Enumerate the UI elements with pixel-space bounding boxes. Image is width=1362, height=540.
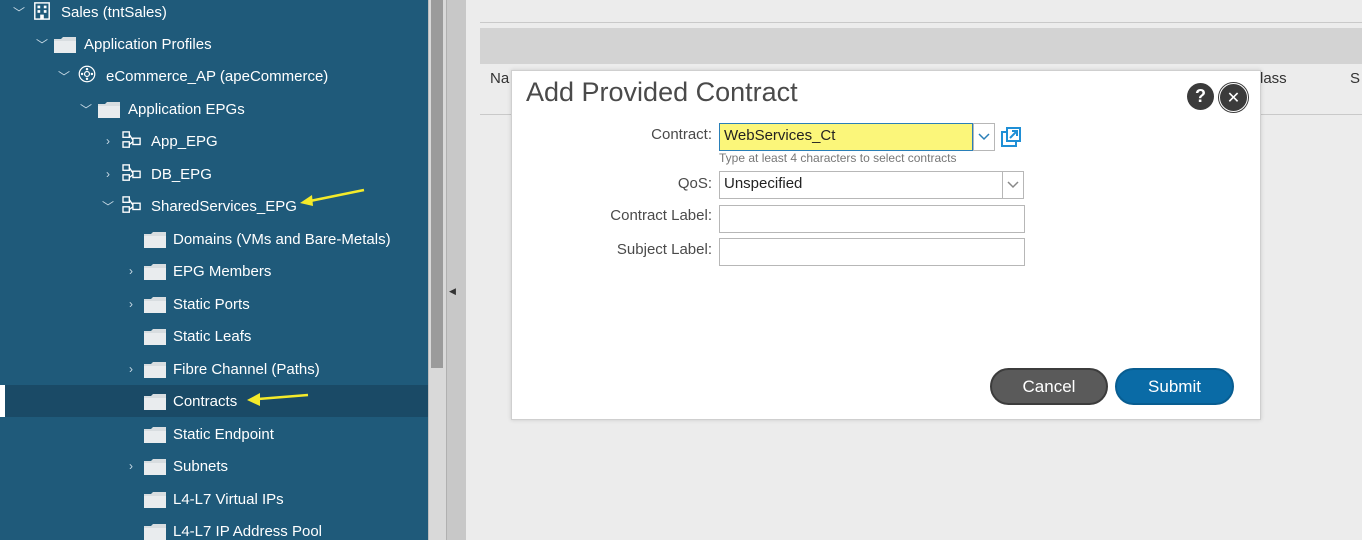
tree-item-label: EPG Members (173, 262, 272, 280)
chevron-down-icon[interactable]: ﹀ (12, 5, 26, 20)
annotation-arrow (300, 188, 365, 206)
navigation-tree: ﹀ Sales (tntSales) ﹀ Application Profile… (0, 0, 428, 540)
open-external-icon[interactable] (1001, 127, 1021, 147)
tree-item-application-epgs[interactable]: ﹀ Application EPGs (0, 93, 428, 125)
pane-divider[interactable] (446, 0, 467, 540)
tree-item-label: Static Ports (173, 295, 250, 313)
selection-indicator (0, 385, 5, 417)
folder-icon (144, 329, 166, 345)
table-toolbar (480, 28, 1362, 64)
submit-button[interactable]: Submit (1115, 368, 1234, 405)
chevron-right-icon[interactable]: › (101, 134, 115, 148)
folder-icon (144, 459, 166, 475)
tree-item-label: Domains (VMs and Bare-Metals) (173, 230, 391, 248)
column-header-name[interactable]: Na (490, 70, 509, 87)
qos-select[interactable]: Unspecified (719, 171, 1003, 199)
tree-item-app-epg[interactable]: › App_EPG (0, 125, 428, 157)
chevron-right-icon[interactable]: › (124, 362, 138, 376)
epg-icon (122, 164, 141, 181)
folder-icon (144, 394, 166, 410)
tree-item-domains[interactable]: Domains (VMs and Bare-Metals) (0, 223, 428, 255)
contract-dropdown-button[interactable] (973, 123, 995, 151)
tree-item-static-ports[interactable]: › Static Ports (0, 288, 428, 320)
tree-item-label: DB_EPG (151, 165, 212, 183)
tree-item-static-leafs[interactable]: Static Leafs (0, 320, 428, 352)
tree-item-label: L4-L7 IP Address Pool (173, 522, 322, 540)
tree-item-label: Fibre Channel (Paths) (173, 360, 320, 378)
tree-item-label: Sales (tntSales) (61, 3, 167, 21)
building-icon (34, 2, 50, 20)
scrollbar-thumb[interactable] (431, 0, 443, 368)
tree-item-label: App_EPG (151, 132, 218, 150)
app-profile-icon (78, 65, 96, 83)
chevron-down-icon[interactable]: ﹀ (79, 102, 93, 117)
qos-field-label: QoS: (677, 175, 712, 192)
epg-icon (122, 131, 141, 148)
tree-item-label: Static Endpoint (173, 425, 274, 443)
tree-item-ecommerce-ap[interactable]: ﹀ eCommerce_AP (apeCommerce) (0, 60, 428, 92)
tree-item-label: Static Leafs (173, 327, 252, 345)
chevron-right-icon[interactable]: › (124, 459, 138, 473)
chevron-down-icon (978, 133, 990, 141)
chevron-down-icon[interactable]: ﹀ (57, 69, 71, 84)
folder-icon (144, 362, 166, 378)
close-button[interactable]: ✕ (1219, 83, 1248, 112)
qos-dropdown-button[interactable] (1002, 171, 1024, 199)
chevron-down-icon[interactable]: ﹀ (101, 199, 115, 214)
folder-icon (144, 524, 166, 540)
subject-label-input[interactable] (719, 238, 1025, 266)
column-header-class[interactable]: lass (1260, 70, 1287, 87)
folder-icon (144, 232, 166, 248)
tree-item-label: eCommerce_AP (apeCommerce) (106, 67, 329, 85)
contract-label-field-label: Contract Label: (610, 207, 712, 224)
folder-icon (144, 427, 166, 443)
dialog-title: Add Provided Contract (526, 77, 798, 107)
tree-item-fibre-channel[interactable]: › Fibre Channel (Paths) (0, 353, 428, 385)
tree-item-subnets[interactable]: › Subnets (0, 450, 428, 482)
folder-icon (144, 297, 166, 313)
tree-item-label: Contracts (173, 392, 238, 410)
folder-icon (54, 37, 76, 53)
chevron-right-icon[interactable]: › (101, 167, 115, 181)
contract-label-input[interactable] (719, 205, 1025, 233)
divider (480, 22, 1362, 23)
epg-icon (122, 196, 141, 213)
folder-icon (98, 102, 120, 118)
tree-item-contracts[interactable]: Contracts (0, 385, 428, 417)
folder-icon (144, 264, 166, 280)
column-header-s[interactable]: S (1350, 70, 1360, 87)
chevron-right-icon[interactable]: › (124, 264, 138, 278)
chevron-down-icon[interactable]: ﹀ (35, 37, 49, 52)
chevron-right-icon[interactable]: › (124, 297, 138, 311)
tree-item-label: Subnets (173, 457, 229, 475)
tree-item-l4l7-virtual-ips[interactable]: L4-L7 Virtual IPs (0, 483, 428, 515)
add-provided-contract-dialog: Add Provided Contract ? ✕ Contract: WebS… (511, 70, 1261, 420)
tree-item-label: Application Profiles (84, 35, 212, 53)
tree-item-label: Application EPGs (128, 100, 245, 118)
tree-item-label: SharedServices_EPG (151, 197, 297, 215)
annotation-arrow (247, 393, 309, 406)
tree-item-epg-members[interactable]: › EPG Members (0, 255, 428, 287)
tree-item-application-profiles[interactable]: ﹀ Application Profiles (0, 28, 428, 60)
tree-item-sales-tenant[interactable]: ﹀ Sales (tntSales) (0, 0, 428, 28)
contract-hint: Type at least 4 characters to select con… (719, 151, 957, 165)
collapse-arrow-icon[interactable]: ◀ (449, 286, 456, 297)
tree-item-label: L4-L7 Virtual IPs (173, 490, 284, 508)
contract-field-label: Contract: (651, 126, 712, 143)
tree-item-static-endpoint[interactable]: Static Endpoint (0, 418, 428, 450)
subject-label-field-label: Subject Label: (616, 241, 712, 258)
tree-item-l4l7-ip-pool[interactable]: L4-L7 IP Address Pool (0, 515, 428, 540)
contract-input[interactable]: WebServices_Ct (719, 123, 973, 151)
chevron-down-icon (1007, 181, 1019, 189)
help-button[interactable]: ? (1187, 83, 1214, 110)
folder-icon (144, 492, 166, 508)
cancel-button[interactable]: Cancel (990, 368, 1108, 405)
